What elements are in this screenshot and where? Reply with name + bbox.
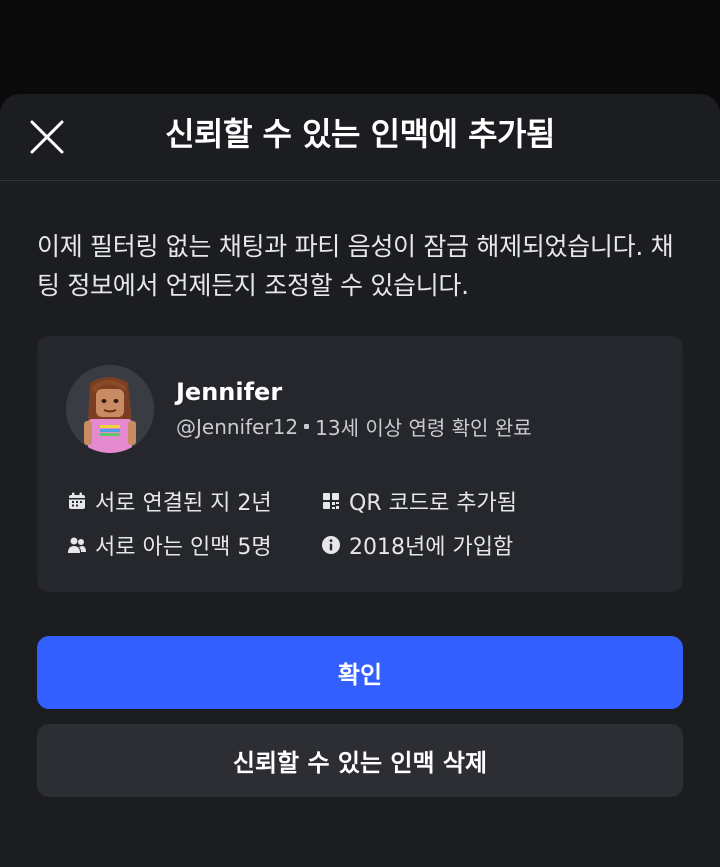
stat-joined-label: 2018년에 가입함 — [349, 535, 514, 560]
age-verification-text: 13세 이상 연령 확인 완료 — [315, 416, 532, 440]
trusted-connection-dialog: 신뢰할 수 있는 인맥에 추가됨 이제 필터링 없는 채팅과 파티 음성이 잠금… — [0, 94, 720, 867]
remove-trusted-connection-button[interactable]: 신뢰할 수 있는 인맥 삭제 — [37, 724, 683, 797]
people-icon — [68, 537, 86, 553]
stat-mutual: 서로 아는 인맥 5명 — [67, 529, 272, 561]
dialog-description: 이제 필터링 없는 채팅과 파티 음성이 잠금 해제되었습니다. 채팅 정보에서… — [37, 232, 674, 300]
info-icon — [322, 536, 340, 554]
stat-added-via: QR 코드로 추가됨 — [321, 485, 517, 517]
close-button[interactable] — [24, 114, 70, 160]
avatar[interactable] — [66, 365, 154, 453]
close-icon — [30, 120, 64, 154]
avatar-character-icon — [66, 365, 154, 453]
stat-connected: 서로 연결된 지 2년 — [67, 485, 272, 517]
stat-joined: 2018년에 가입함 — [321, 529, 513, 561]
dialog-title: 신뢰할 수 있는 인맥에 추가됨 — [165, 115, 555, 153]
dialog-header: 신뢰할 수 있는 인맥에 추가됨 — [0, 94, 720, 181]
profile-card: Jennifer @Jennifer12 13세 이상 연령 확인 완료 서로 … — [37, 336, 683, 592]
separator-dot — [304, 424, 310, 429]
calendar-icon — [69, 492, 85, 509]
stat-connected-label: 서로 연결된 지 2년 — [95, 491, 272, 516]
profile-name: Jennifer — [176, 378, 283, 406]
profile-username: @Jennifer12 — [176, 414, 299, 439]
qr-code-icon — [323, 493, 339, 509]
profile-subtitle: @Jennifer12 13세 이상 연령 확인 완료 — [176, 412, 532, 441]
stat-added-via-label: QR 코드로 추가됨 — [349, 491, 518, 516]
confirm-button[interactable]: 확인 — [37, 636, 683, 709]
stat-mutual-label: 서로 아는 인맥 5명 — [95, 535, 272, 560]
